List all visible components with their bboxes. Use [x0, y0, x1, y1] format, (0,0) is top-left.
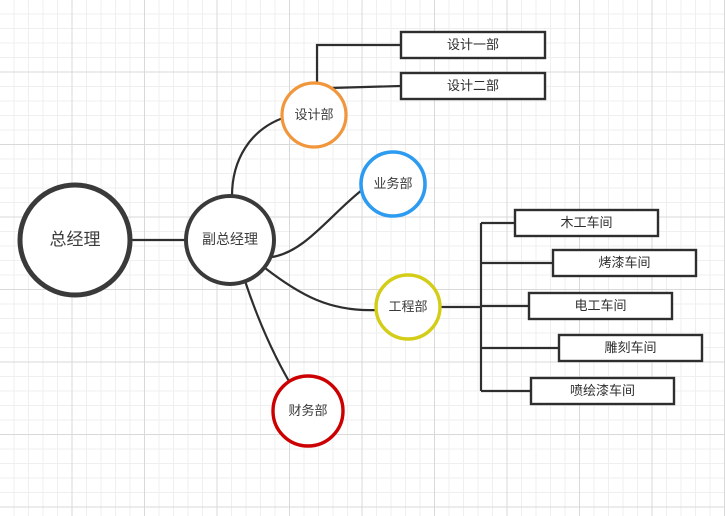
box-paint-baking-workshop[interactable] — [551, 248, 698, 278]
box-carving-workshop[interactable] — [557, 333, 704, 363]
node-general-manager[interactable] — [17, 182, 133, 298]
node-design-department[interactable] — [280, 81, 348, 149]
box-design-unit-1[interactable] — [399, 30, 547, 60]
box-electrical-workshop[interactable] — [527, 291, 674, 321]
node-layer — [17, 81, 442, 448]
edge-deputy-to-design — [230, 116, 284, 197]
node-deputy-general-manager[interactable] — [184, 194, 276, 286]
org-chart-svg — [17, 30, 704, 448]
edge-design-to-unit2 — [329, 84, 402, 90]
edge-design-trunk — [315, 43, 401, 88]
box-design-unit-2[interactable] — [399, 71, 547, 101]
box-woodwork-workshop[interactable] — [513, 208, 660, 238]
node-engineering-department[interactable] — [374, 273, 442, 341]
edge-deputy-to-finance — [243, 280, 291, 384]
edge-deputy-to-business — [271, 189, 363, 259]
node-finance-department[interactable] — [271, 374, 345, 448]
diagram-canvas: 总经理 副总经理 设计部 业务部 工程部 财务部 设计一部 设计二部 木工车间 … — [0, 0, 725, 516]
node-business-department[interactable] — [359, 150, 427, 218]
edge-deputy-to-engineering — [264, 267, 378, 312]
box-spray-paint-workshop[interactable] — [529, 376, 676, 406]
